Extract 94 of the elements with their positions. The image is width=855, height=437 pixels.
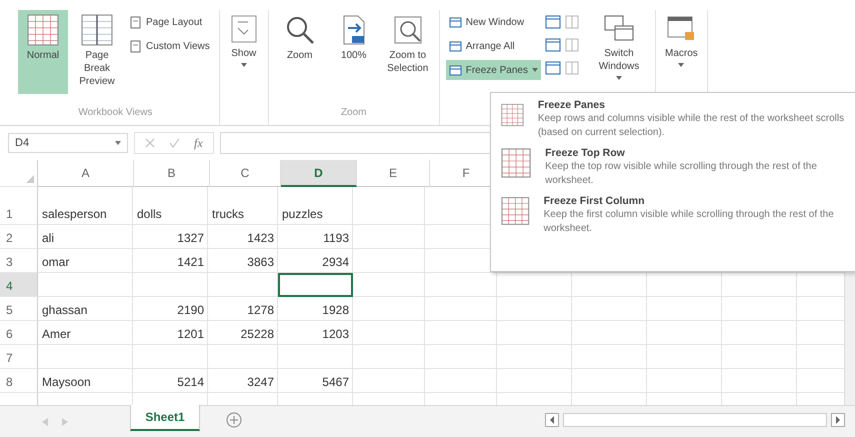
caret-icon <box>616 76 622 80</box>
grid-icon <box>27 14 59 46</box>
column-header[interactable]: E <box>357 160 430 187</box>
table-cell <box>425 345 497 369</box>
zoom-button[interactable]: Zoom <box>274 10 325 94</box>
table-cell: dolls <box>133 187 208 225</box>
page-icon <box>129 16 142 28</box>
window-button[interactable]: Freeze Panes <box>446 60 541 80</box>
sheet-tab[interactable]: Sheet1 <box>130 405 200 431</box>
row-number[interactable]: 2 <box>0 225 38 249</box>
row-number[interactable]: 7 <box>0 345 38 369</box>
row-number[interactable]: 8 <box>0 369 38 393</box>
freeze-row-icon <box>501 147 532 179</box>
row-number[interactable]: 6 <box>0 321 38 345</box>
table-cell: 1327 <box>133 225 208 249</box>
tab-scroll-right-icon[interactable] <box>62 418 68 426</box>
add-sheet-icon[interactable] <box>226 412 242 428</box>
table-cell: 1421 <box>133 249 208 273</box>
function-button[interactable]: fx <box>194 136 203 150</box>
window-icon <box>448 40 462 52</box>
table-cell <box>208 273 278 297</box>
view-button[interactable]: Page Break Preview <box>72 10 122 94</box>
table-cell: 2190 <box>133 297 208 321</box>
window-button[interactable]: New Window <box>446 12 541 32</box>
table-cell: 1278 <box>208 297 278 321</box>
table-cell <box>353 321 425 345</box>
table-cell: 3863 <box>208 249 278 273</box>
table-cell: 1193 <box>278 225 353 249</box>
group-label: Workbook Views <box>78 107 152 120</box>
scroll-right-icon[interactable] <box>831 413 845 427</box>
table-cell: 5467 <box>278 369 353 393</box>
window-icon <box>448 16 462 28</box>
table-cell: ali <box>38 225 133 249</box>
table-cell: ghassan <box>38 297 133 321</box>
table-cell: puzzles <box>278 187 353 225</box>
active-cell[interactable] <box>278 273 353 297</box>
caret-icon <box>678 63 684 67</box>
table-cell <box>208 345 278 369</box>
table-cell: Maysoon <box>38 369 133 393</box>
group-label: Zoom <box>340 107 367 120</box>
row-number[interactable]: 1 <box>0 187 38 225</box>
caret-icon <box>240 63 247 67</box>
row-number[interactable]: 3 <box>0 249 38 273</box>
zoom-button[interactable]: 100% <box>328 10 379 94</box>
menu-item[interactable]: Freeze Panes Keep rows and columns visible while the rest of the worksheet scrolls (based on current selection). <box>491 97 855 142</box>
caret-icon <box>115 141 121 145</box>
window-layout-icon[interactable] <box>545 15 561 29</box>
table-cell <box>425 297 497 321</box>
row-number[interactable]: 4 <box>0 273 38 297</box>
view-button[interactable]: Normal <box>18 10 68 94</box>
zoom-button[interactable]: Zoom to Selection <box>382 10 433 94</box>
table-cell: omar <box>38 249 133 273</box>
name-box[interactable]: D4 <box>8 133 128 153</box>
show-icon <box>228 14 259 44</box>
view-button[interactable]: Custom Views <box>126 36 213 56</box>
views-icon <box>129 40 142 52</box>
switch-windows-button[interactable]: Switch Windows <box>589 10 649 94</box>
window-icon <box>448 64 462 76</box>
table-cell <box>425 273 497 297</box>
tab-scroll-left-icon[interactable] <box>42 418 48 426</box>
menu-item[interactable]: Freeze First Column Keep the first column visible while scrolling through the rest of the worksheet. <box>491 193 855 238</box>
table-cell: 3247 <box>208 369 278 393</box>
table-cell: 1423 <box>208 225 278 249</box>
table-cell: Amer <box>38 321 133 345</box>
cancel-icon[interactable] <box>145 138 155 148</box>
window-button[interactable]: Arrange All <box>446 36 541 56</box>
check-icon[interactable] <box>169 138 180 148</box>
caret-icon <box>532 68 538 72</box>
table-cell: 25228 <box>208 321 278 345</box>
table-cell <box>425 321 497 345</box>
row-number[interactable]: 5 <box>0 297 38 321</box>
table-cell <box>353 297 425 321</box>
freeze-column-icon <box>501 195 530 227</box>
show-button[interactable]: Show <box>226 10 262 94</box>
page-break-icon <box>81 14 113 46</box>
window-layout-icon[interactable] <box>545 61 561 75</box>
window-layout-icon[interactable] <box>545 38 561 52</box>
table-cell <box>353 345 425 369</box>
table-cell: 1203 <box>278 321 353 345</box>
table-cell: salesperson <box>38 187 133 225</box>
horizontal-scrollbar[interactable] <box>545 413 845 427</box>
table-cell: 2934 <box>278 249 353 273</box>
table-cell <box>353 273 425 297</box>
scroll-left-icon[interactable] <box>545 413 559 427</box>
column-header[interactable]: A <box>38 160 134 187</box>
column-header[interactable]: D <box>281 160 357 187</box>
table-cell: trucks <box>208 187 278 225</box>
select-all-icon[interactable] <box>26 175 34 183</box>
column-header[interactable]: B <box>134 160 210 187</box>
zoom-selection-icon <box>392 14 424 46</box>
table-cell: 1201 <box>133 321 208 345</box>
table-cell: 1928 <box>278 297 353 321</box>
view-button[interactable]: Page Layout <box>126 12 213 32</box>
table-cell: 5214 <box>133 369 208 393</box>
